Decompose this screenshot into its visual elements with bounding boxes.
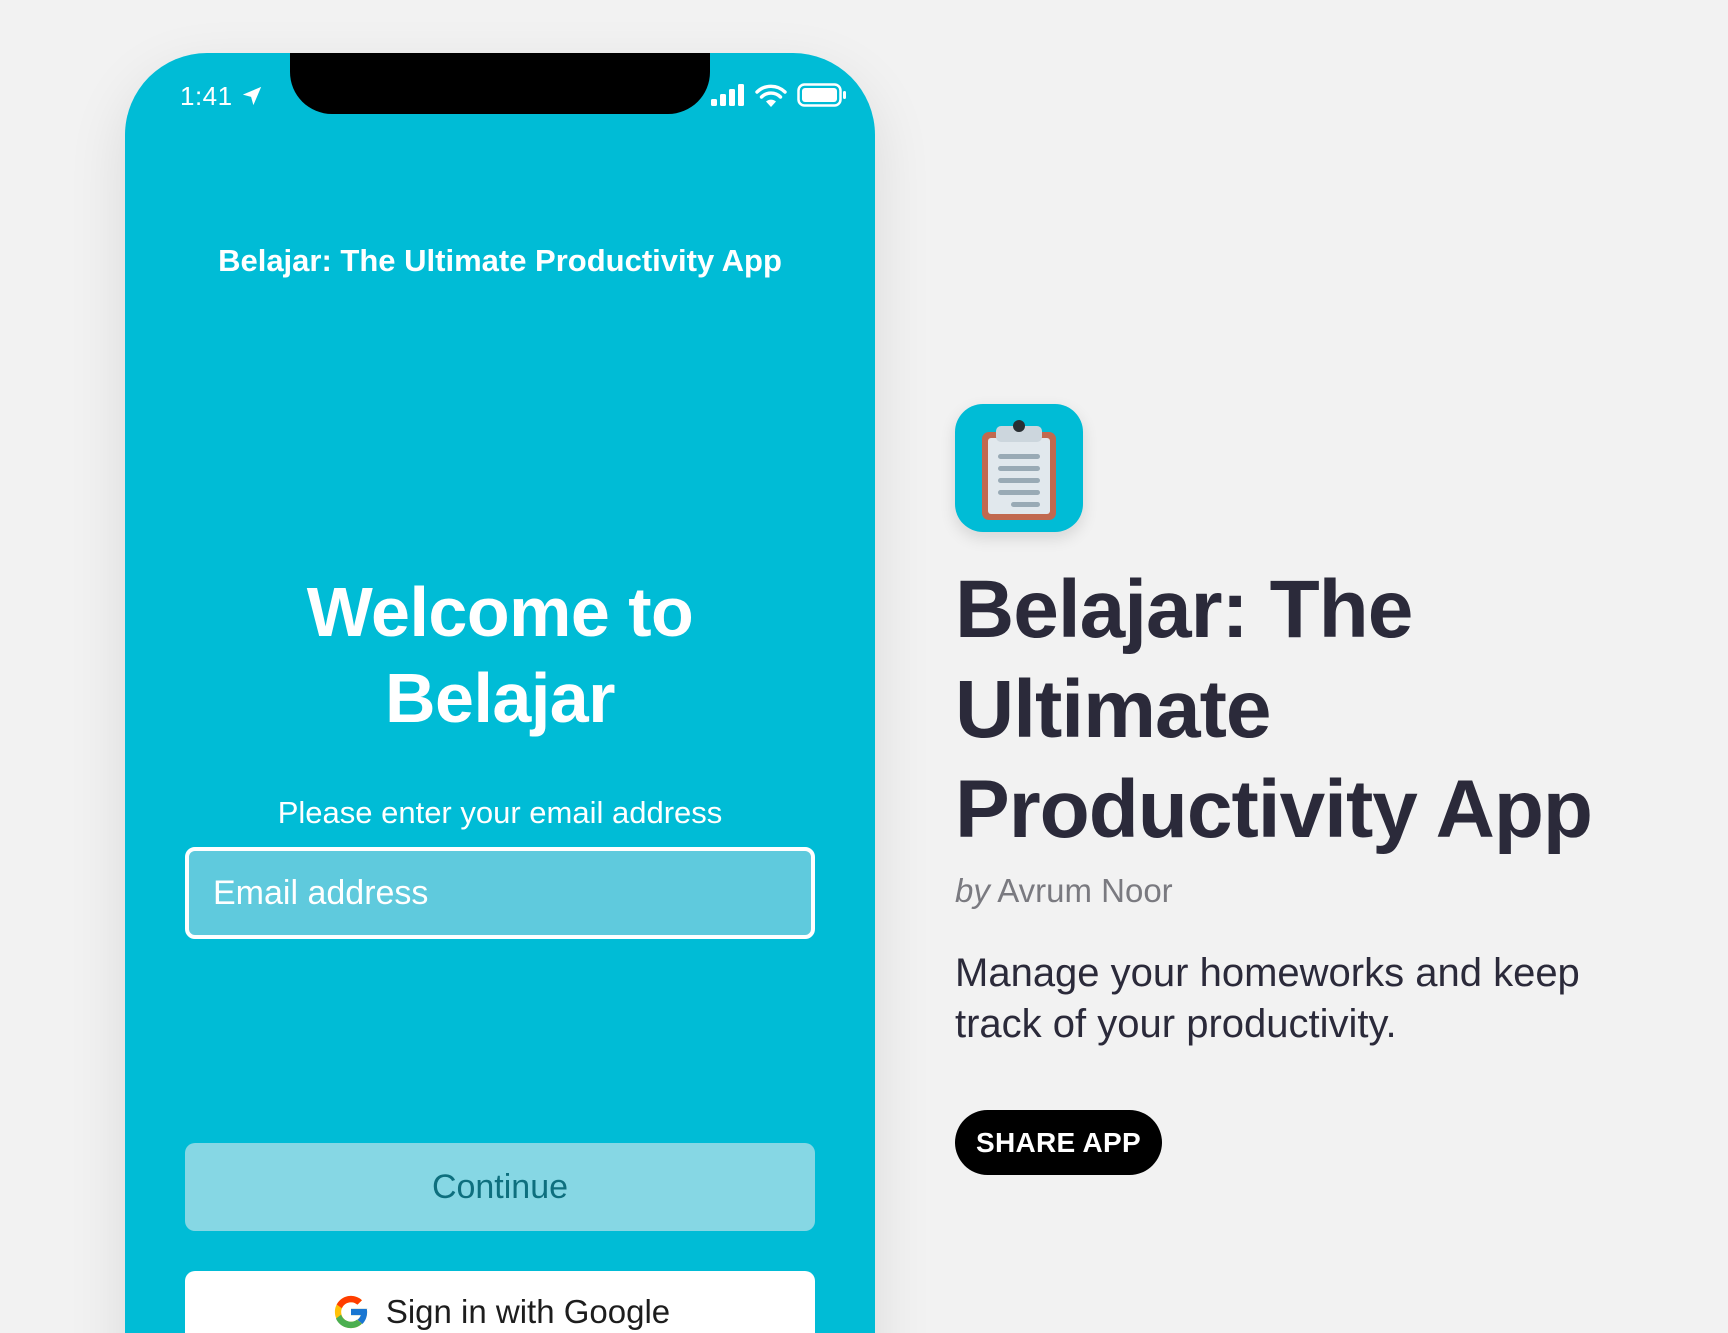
- share-app-button[interactable]: SHARE APP: [955, 1110, 1162, 1175]
- app-title: Belajar: The Ultimate Productivity App: [955, 564, 1593, 855]
- clipboard-app-icon: [955, 404, 1083, 532]
- author-byline: by Avrum Noor: [955, 872, 1173, 910]
- byline-prefix: by: [955, 872, 990, 909]
- wifi-icon: [755, 84, 787, 107]
- phone-notch: [290, 53, 710, 114]
- clipboard-icon: [982, 420, 1056, 520]
- battery-icon: [797, 83, 846, 107]
- email-input[interactable]: [185, 847, 815, 939]
- welcome-heading-text: Welcome to Belajar: [306, 573, 694, 737]
- google-signin-label: Sign in with Google: [385, 1293, 671, 1330]
- google-logo-icon: [334, 1295, 368, 1329]
- phone-header-title: Belajar: The Ultimate Productivity App: [218, 243, 782, 278]
- continue-button[interactable]: Continue: [185, 1143, 815, 1231]
- email-prompt: Please enter your email address: [277, 795, 723, 830]
- welcome-heading: Welcome to Belajar: [125, 569, 875, 741]
- status-time: 1:41: [180, 81, 233, 111]
- author-name: Avrum Noor: [997, 872, 1173, 909]
- app-description: Manage your homeworks and keep track of …: [955, 951, 1580, 1046]
- google-signin-button[interactable]: Sign in with Google: [185, 1271, 815, 1333]
- signal-bars-icon: [711, 84, 744, 106]
- location-arrow-icon: [242, 86, 262, 106]
- status-icons: [711, 83, 847, 107]
- page: 1:41 Belajar: The Ultimate Productivity …: [0, 0, 1728, 1333]
- phone-mockup: 1:41 Belajar: The Ultimate Productivity …: [125, 53, 875, 1333]
